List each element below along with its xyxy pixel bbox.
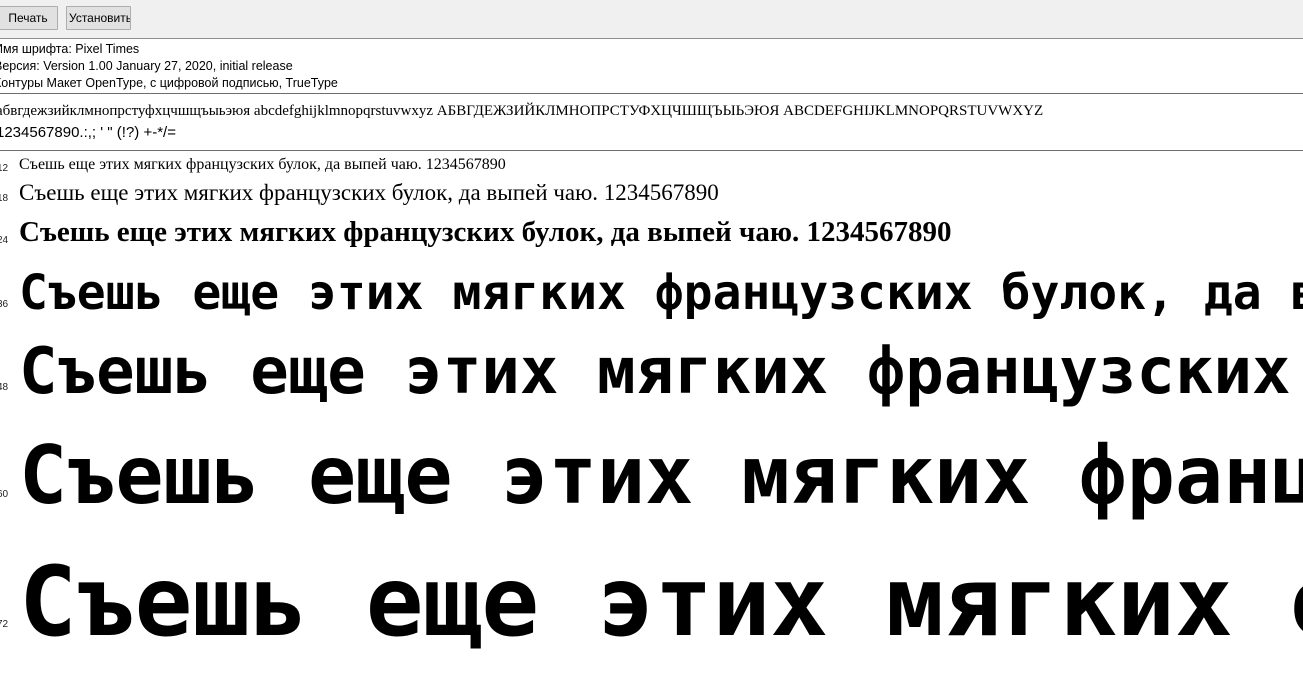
- sample-text: Съешь еще этих мягких французских булок,…: [19, 156, 506, 173]
- font-name-line: Имя шрифта: Pixel Times: [0, 42, 140, 56]
- separator-top: [0, 93, 1303, 94]
- separator-samples: [0, 150, 1303, 151]
- sample-text: Съешь еще этих мягких французских булок,…: [19, 335, 1303, 409]
- font-version-line: Версия: Version 1.00 January 27, 2020, i…: [0, 59, 293, 73]
- sample-row-72: 72 Съешь еще этих мягких французских бул…: [0, 542, 1303, 666]
- toolbar: Печать Установить: [0, 0, 1303, 39]
- sample-text: Съешь еще этих мягких французских булок,…: [19, 180, 719, 205]
- sample-row-12: 12 Съешь еще этих мягких французских бул…: [0, 156, 1303, 178]
- sample-text: Съешь еще этих мягких французских булок,…: [19, 429, 1303, 522]
- sample-text: Съешь еще этих мягких французских булок,…: [19, 216, 952, 248]
- sample-row-48: 48 Съешь еще этих мягких французских бул…: [0, 332, 1303, 416]
- sample-row-60: 60 Съешь еще этих мягких французских бул…: [0, 426, 1303, 530]
- sample-row-36: 36 Съешь еще этих мягких французских бул…: [0, 262, 1303, 328]
- sample-text: Съешь еще этих мягких французских булок,…: [19, 265, 1303, 321]
- sample-size-label: 36: [0, 299, 9, 310]
- sample-size-label: 18: [0, 193, 9, 204]
- install-button[interactable]: Установить: [66, 6, 131, 30]
- sample-size-label: 24: [0, 235, 9, 246]
- sample-size-label: 48: [0, 382, 9, 393]
- sample-row-18: 18 Съешь еще этих мягких французских бул…: [0, 180, 1303, 212]
- sample-size-label: 72: [0, 619, 9, 630]
- character-set-preview: абвгдежзийклмнопрстуфхцчшщъыьэюя abcdefg…: [0, 100, 1043, 144]
- digits-symbols-line: 1234567890.:,; ' " (!?) +-*/=: [0, 124, 176, 141]
- sample-size-label: 12: [0, 163, 9, 174]
- sample-text: Съешь еще этих мягких французских булок,…: [19, 546, 1303, 658]
- alphabet-line: абвгдежзийклмнопрстуфхцчшщъыьэюя abcdefg…: [0, 103, 1044, 119]
- print-button[interactable]: Печать: [0, 6, 58, 30]
- font-outline-line: Контуры Макет OpenType, с цифровой подпи…: [0, 76, 338, 90]
- sample-size-label: 60: [0, 489, 9, 500]
- sample-row-24: 24 Съешь еще этих мягких французских бул…: [0, 216, 1303, 258]
- font-info: Имя шрифта: Pixel Times Версия: Version …: [0, 41, 338, 92]
